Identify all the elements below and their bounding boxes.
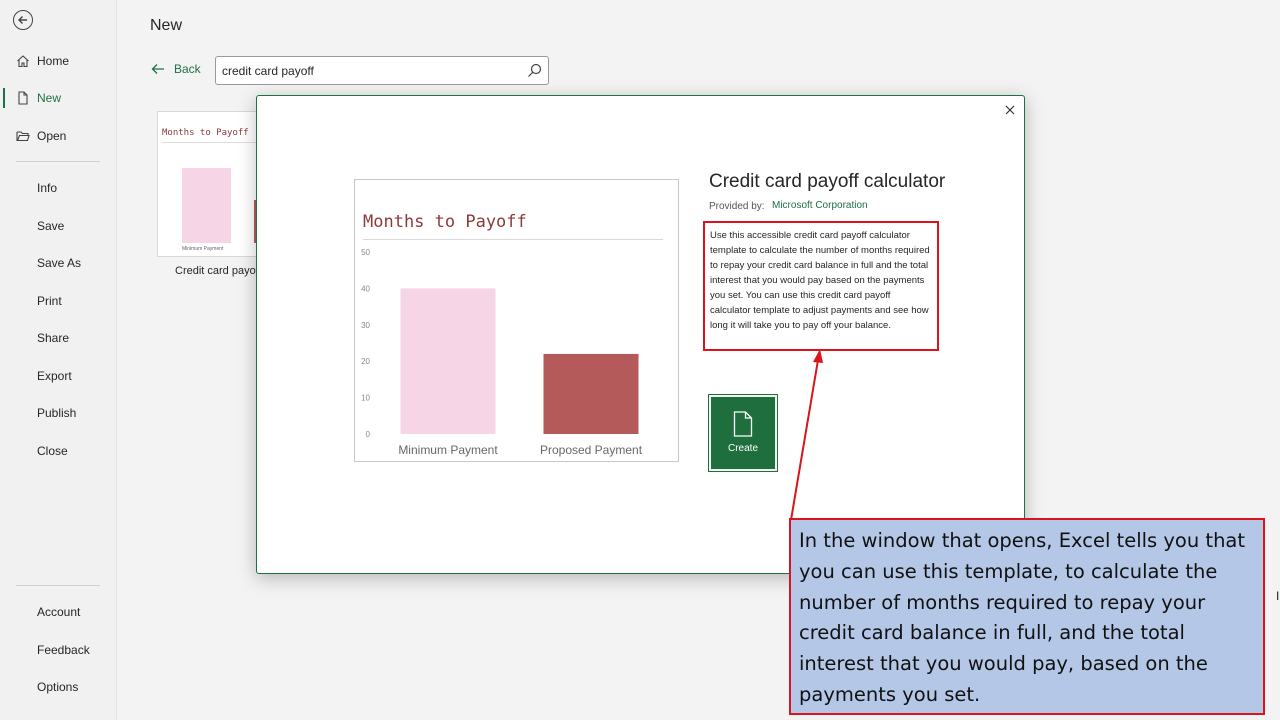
sidebar-item-info[interactable]: Info (0, 173, 117, 203)
template-card-title[interactable]: Credit card payoff (175, 265, 262, 277)
back-link-label: Back (174, 62, 201, 76)
template-preview-image: Months to Payoff 0 10 20 30 40 50 Minimum Paym… (354, 179, 679, 462)
provider-name: Microsoft Corporation (772, 200, 868, 211)
thumbnail-rule (162, 142, 256, 143)
sidebar-item-label: Print (37, 294, 62, 308)
sidebar-item-save-as[interactable]: Save As (0, 248, 117, 278)
sidebar-item-close[interactable]: Close (0, 436, 117, 466)
x-category-label: Minimum Payment (398, 443, 498, 457)
page-title: New (150, 17, 183, 34)
sidebar-item-label: Home (37, 54, 70, 68)
provided-by-label: Provided by: (709, 201, 765, 212)
folder-icon (16, 131, 30, 142)
sidebar-item-label: Share (37, 331, 70, 345)
sidebar-item-label: Save (37, 219, 65, 233)
create-button[interactable]: Create (708, 394, 778, 472)
y-tick-label: 50 (361, 248, 370, 257)
search-input-value: credit card payoff (222, 64, 314, 78)
sidebar-item-new[interactable]: New (0, 83, 117, 113)
y-tick-label: 10 (361, 394, 370, 403)
sidebar-item-open[interactable]: Open (0, 121, 117, 151)
template-description: Use this accessible credit card payoff c… (703, 221, 939, 351)
thumbnail-title: Months to Payoff (162, 128, 249, 138)
y-tick-label: 20 (361, 357, 370, 366)
y-tick-label: 40 (361, 284, 370, 293)
back-arrow-icon[interactable] (13, 10, 33, 30)
new-file-icon (18, 91, 28, 105)
sidebar-item-label: Open (37, 129, 67, 143)
sidebar-item-share[interactable]: Share (0, 323, 117, 353)
sidebar-divider (16, 161, 100, 162)
create-button-label: Create (727, 443, 758, 454)
document-icon (733, 411, 753, 437)
y-tick-label: 30 (361, 321, 370, 330)
home-icon (17, 55, 29, 68)
sidebar-item-label: Export (37, 369, 72, 383)
annotation-callout: In the window that opens, Excel tells yo… (789, 518, 1265, 715)
template-preview-dialog: Months to Payoff 0 10 20 30 40 50 Minimum Paym… (256, 95, 1025, 574)
sidebar-item-label: Publish (37, 406, 77, 420)
sidebar-item-export[interactable]: Export (0, 361, 117, 391)
chart-bar (400, 288, 496, 434)
sidebar-item-home[interactable]: Home (0, 46, 117, 76)
chart-bar (543, 353, 639, 434)
left-arrow-icon (151, 64, 164, 74)
x-category-label: Proposed Payment (540, 443, 643, 457)
sidebar-item-publish[interactable]: Publish (0, 398, 117, 428)
template-title: Credit card payoff calculator (709, 171, 946, 192)
sidebar-item-label: New (37, 91, 62, 105)
y-tick-label: 0 (366, 430, 371, 439)
preview-bar-chart: 0 10 20 30 40 50 Minimum Payment Proposed Payme… (361, 248, 643, 457)
sidebar-item-options[interactable]: Options (0, 672, 117, 702)
sidebar-item-label: Options (37, 680, 79, 694)
sidebar-item-label: Account (37, 605, 81, 619)
sidebar-item-print[interactable]: Print (0, 286, 117, 316)
backstage-sidebar: Home New Open Info Save Save As Print Sh… (0, 0, 117, 720)
thumbnail-label: Minimum Payment (182, 246, 224, 252)
text-cursor-icon: I (1276, 589, 1280, 603)
template-card-thumbnail[interactable]: Months to Payoff Minimum Payment (157, 111, 257, 257)
sidebar-item-save[interactable]: Save (0, 211, 117, 241)
sidebar-item-label: Feedback (37, 643, 90, 657)
search-icon[interactable] (527, 63, 542, 78)
sidebar-item-account[interactable]: Account (0, 597, 117, 627)
sidebar-item-label: Save As (37, 256, 82, 270)
thumbnail-bar (182, 168, 231, 243)
sidebar-divider (16, 585, 100, 586)
sidebar-item-label: Close (37, 444, 68, 458)
back-link[interactable]: Back (151, 62, 201, 76)
sidebar-item-feedback[interactable]: Feedback (0, 635, 117, 665)
template-search-input[interactable]: credit card payoff (215, 56, 549, 85)
close-icon[interactable] (1002, 102, 1018, 118)
sidebar-item-label: Info (37, 181, 58, 195)
